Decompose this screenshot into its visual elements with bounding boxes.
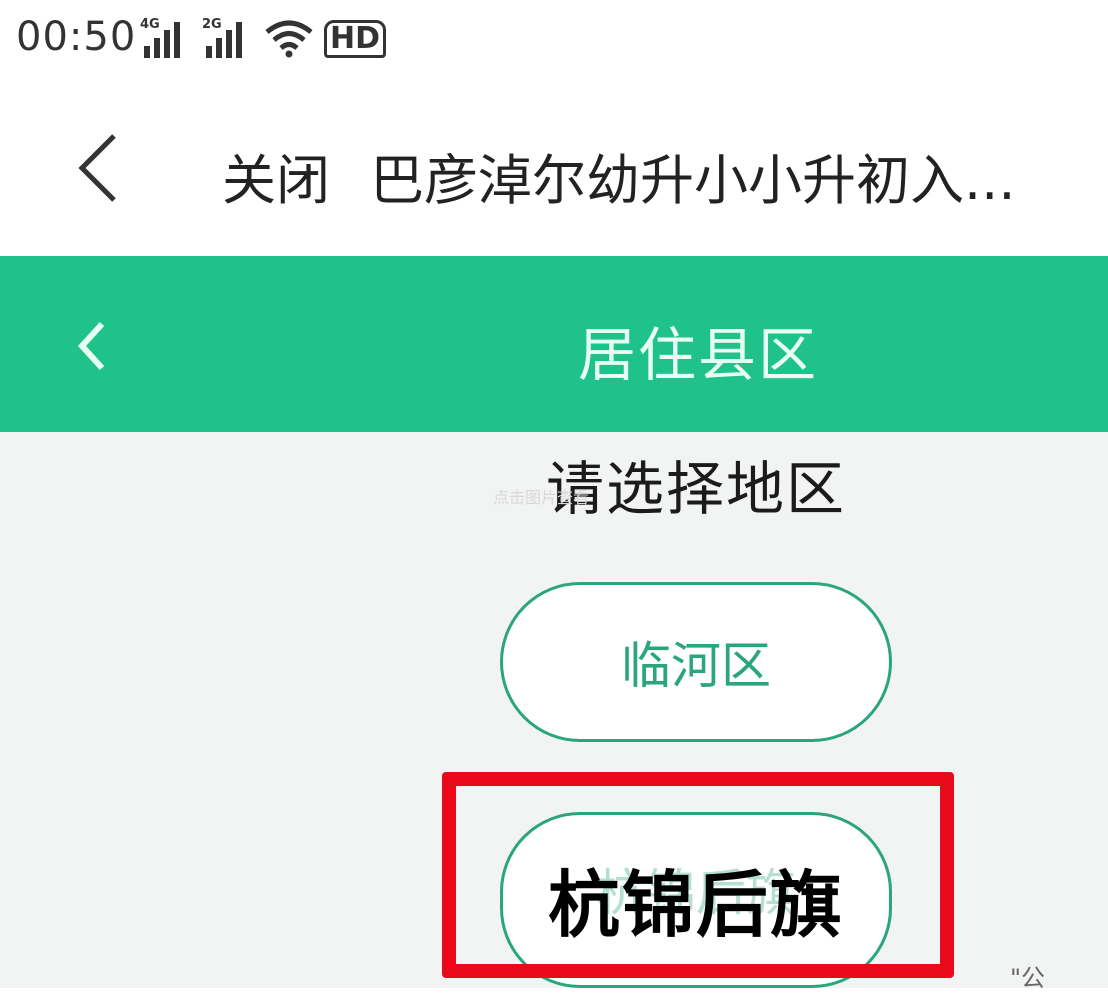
back-arrow-icon[interactable] <box>70 128 130 208</box>
region-button-label: 临河区 <box>621 637 771 695</box>
status-bar: 00:50 4G 2G HD <box>0 0 1108 80</box>
title-bar: 关闭 巴彦淖尔幼升小小升初入... <box>0 80 1108 256</box>
header-back-icon[interactable] <box>72 316 116 376</box>
status-time: 00:50 <box>16 14 137 60</box>
watermark-text: 点击图片查看 <box>493 488 590 507</box>
status-icons: 4G 2G HD <box>140 12 387 58</box>
page-title: 巴彦淖尔幼升小小升初入... <box>370 149 1016 212</box>
hd-badge: HD <box>324 20 387 58</box>
signal-2g-icon: 2G <box>202 18 254 58</box>
app-header: 居住县区 <box>0 256 1108 432</box>
close-button[interactable]: 关闭 <box>222 136 330 215</box>
region-button-linhe[interactable]: 临河区 <box>500 582 892 742</box>
header-title: 居住县区 <box>578 321 819 389</box>
signal-4g-label: 4G <box>140 17 160 32</box>
select-region-prompt: 请选择地区 <box>546 455 847 523</box>
signal-4g-icon: 4G <box>140 18 192 58</box>
highlight-box <box>442 772 954 978</box>
signal-2g-label: 2G <box>202 17 222 32</box>
wifi-icon <box>265 20 313 58</box>
